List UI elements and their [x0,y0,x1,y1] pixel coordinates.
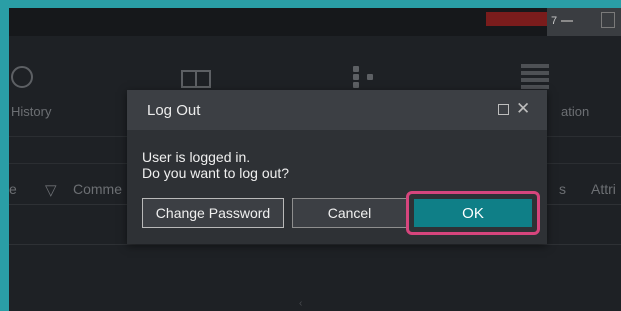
message-line-2: Do you want to log out? [142,165,290,181]
cancel-button[interactable]: Cancel [292,198,407,228]
counter-bar [561,20,573,22]
column-header-comment[interactable]: Comme [73,181,122,197]
top-counter-value: 7 [551,15,558,27]
list-line [521,71,549,75]
maximize-icon[interactable] [498,104,509,115]
flow-node [353,74,359,80]
dialog-header: Log Out ✕ [127,90,547,130]
flow-node [353,66,359,72]
column-header-attri[interactable]: Attri [591,181,616,197]
filter-icon[interactable]: ▽ [45,181,57,199]
top-counter[interactable]: 7 [547,8,621,36]
flow-node [353,82,359,88]
change-password-button[interactable]: Change Password [142,198,284,228]
action-label[interactable]: ation [561,104,589,119]
book-icon[interactable] [181,70,211,88]
dialog-title: Log Out [147,102,201,119]
flow-node [367,74,373,80]
message-line-1: User is logged in. [142,149,251,165]
divider [9,244,621,245]
list-line [521,85,549,89]
flow-icon[interactable] [353,66,377,88]
dialog-message: User is logged in. Do you want to log ou… [142,149,289,181]
close-icon[interactable]: ✕ [516,100,530,117]
column-header-1[interactable]: e [9,181,17,197]
grid-icon[interactable] [601,12,615,28]
list-line [521,78,549,82]
history-icon[interactable] [11,66,33,88]
list-line [521,64,549,68]
list-icon[interactable] [521,64,549,90]
ok-button[interactable]: OK [414,199,532,227]
chevron-left-icon[interactable]: ‹ [299,298,302,309]
history-label[interactable]: History [11,104,51,119]
logout-dialog: Log Out ✕ User is logged in. Do you want… [127,90,547,244]
column-header-3[interactable]: s [559,181,566,197]
